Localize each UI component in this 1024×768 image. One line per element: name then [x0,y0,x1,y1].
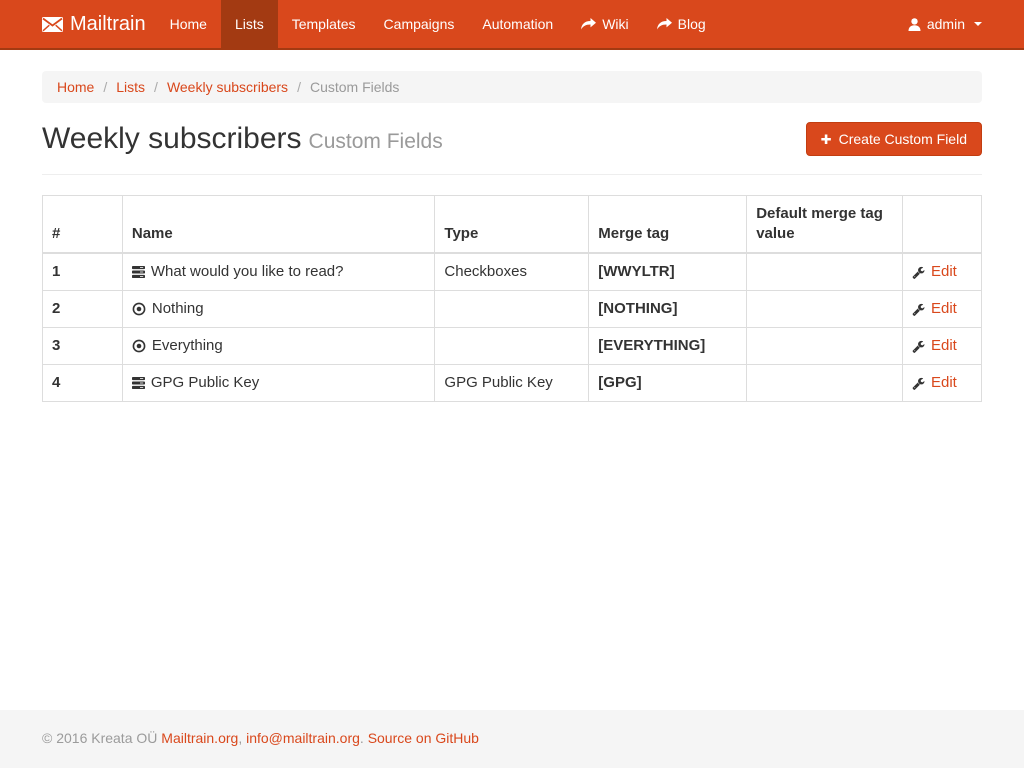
footer-link-source-github[interactable]: Source on GitHub [368,730,479,746]
wrench-icon [912,340,925,353]
wrench-icon [912,303,925,316]
share-arrow-icon [657,18,672,30]
row-number: 3 [43,328,123,365]
page-subtitle: Custom Fields [309,130,443,153]
breadcrumb: Home Lists Weekly subscribers Custom Fie… [42,71,982,103]
default-merge-tag-value [747,365,903,402]
breadcrumb-lists[interactable]: Lists [94,79,145,95]
wrench-icon [912,377,925,390]
page-header: Weekly subscribersCustom Fields ✚ Create… [42,122,982,156]
dot-circle-icon [132,339,146,353]
field-type: Checkboxes [435,253,589,291]
user-icon [908,18,921,31]
default-merge-tag-value [747,253,903,291]
col-header-merge-tag: Merge tag [589,196,747,254]
nav-item-blog[interactable]: Blog [643,0,720,48]
copyright: © 2016 Kreata OÜ [42,730,157,746]
edit-link[interactable]: Edit [912,336,972,356]
merge-tag: [EVERYTHING] [589,328,747,365]
brand-logo[interactable]: Mailtrain [42,0,146,48]
nav-item-automation[interactable]: Automation [468,0,567,48]
brand-name: Mailtrain [70,13,146,36]
merge-tag: [WWYLTR] [589,253,747,291]
field-type: GPG Public Key [435,365,589,402]
nav-item-wiki[interactable]: Wiki [567,0,642,48]
table-row: 1 What would you like to read? Checkboxe… [43,253,982,291]
footer: © 2016 Kreata OÜ Mailtrain.org, info@mai… [0,710,1024,768]
create-custom-field-button[interactable]: ✚ Create Custom Field [806,122,982,156]
envelope-icon [42,17,63,32]
col-header-name: Name [122,196,435,254]
user-menu[interactable]: admin [908,0,982,48]
edit-link[interactable]: Edit [912,299,972,319]
breadcrumb-current: Custom Fields [288,79,399,95]
edit-link[interactable]: Edit [912,262,972,282]
list-icon [132,377,145,389]
field-name: Everything [152,336,223,356]
custom-fields-table: # Name Type Merge tag Default merge tag … [42,195,982,402]
row-number: 2 [43,291,123,328]
field-name: Nothing [152,299,204,319]
col-header-type: Type [435,196,589,254]
merge-tag: [GPG] [589,365,747,402]
field-name: What would you like to read? [151,262,344,282]
page-title: Weekly subscribersCustom Fields [42,122,443,156]
nav-item-lists[interactable]: Lists [221,0,278,48]
field-type [435,291,589,328]
merge-tag: [NOTHING] [589,291,747,328]
nav-item-templates[interactable]: Templates [278,0,370,48]
default-merge-tag-value [747,328,903,365]
col-header-number: # [43,196,123,254]
col-header-default-value: Default merge tag value [747,196,903,254]
row-number: 1 [43,253,123,291]
nav-item-campaigns[interactable]: Campaigns [370,0,469,48]
edit-link[interactable]: Edit [912,373,972,393]
nav-item-home[interactable]: Home [156,0,221,48]
user-name: admin [927,16,965,32]
top-navbar: Mailtrain Home Lists Templates Campaigns… [0,0,1024,50]
default-merge-tag-value [747,291,903,328]
footer-link-mailtrain-org[interactable]: Mailtrain.org [161,730,238,746]
dot-circle-icon [132,302,146,316]
plus-icon: ✚ [821,133,832,146]
footer-link-email[interactable]: info@mailtrain.org [246,730,360,746]
breadcrumb-weekly-subscribers[interactable]: Weekly subscribers [145,79,288,95]
list-icon [132,266,145,278]
footer-text: © 2016 Kreata OÜ Mailtrain.org, info@mai… [42,730,982,746]
header-divider [42,174,982,175]
wrench-icon [912,266,925,279]
table-header-row: # Name Type Merge tag Default merge tag … [43,196,982,254]
breadcrumb-home[interactable]: Home [57,79,94,95]
caret-down-icon [974,22,982,26]
field-name: GPG Public Key [151,373,259,393]
main-nav: Home Lists Templates Campaigns Automatio… [156,0,720,48]
field-type [435,328,589,365]
table-row: 3 Everything [EVERYTHING] [43,328,982,365]
row-number: 4 [43,365,123,402]
table-row: 2 Nothing [NOTHING] [43,291,982,328]
share-arrow-icon [581,18,596,30]
col-header-actions [903,196,982,254]
table-row: 4 GPG Public Key GPG Public Key [GPG] [43,365,982,402]
